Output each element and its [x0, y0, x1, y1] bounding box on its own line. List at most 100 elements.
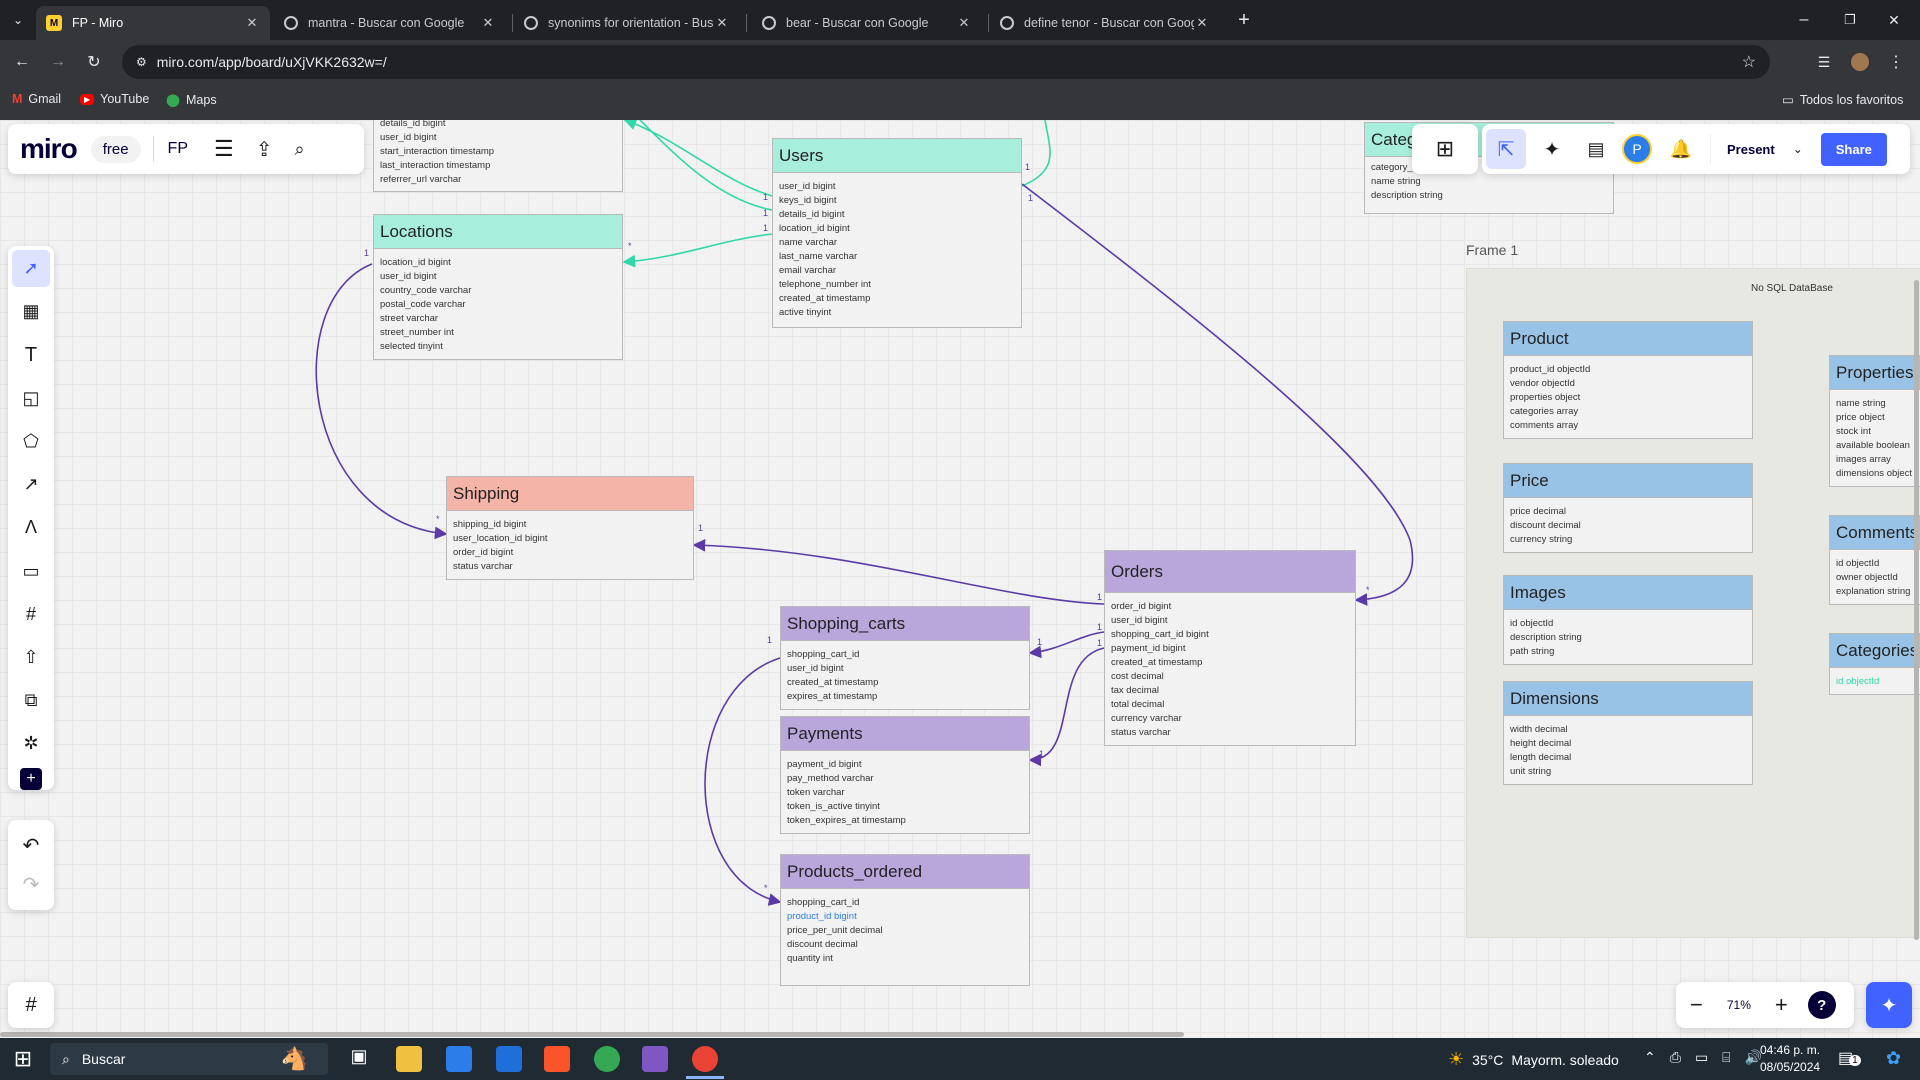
bookmark-maps[interactable]: ⬤ Maps — [166, 92, 217, 108]
table-price[interactable]: Price price decimal discount decimal cur… — [1503, 463, 1753, 553]
sticky-note-icon[interactable]: ◱ — [22, 380, 39, 417]
shapes-icon[interactable]: ⬠ — [23, 423, 39, 460]
new-tab-icon[interactable]: + — [1232, 8, 1256, 32]
upload-icon[interactable]: ⇧ — [23, 639, 38, 676]
restore-icon[interactable]: ❐ — [1838, 8, 1862, 32]
horizontal-scrollbar[interactable] — [0, 1032, 1184, 1037]
chrome-icon[interactable] — [594, 1046, 620, 1072]
notification-center-icon[interactable]: ▤1 — [1838, 1048, 1861, 1068]
copilot-icon[interactable]: ✿ — [1886, 1048, 1901, 1069]
tab-mantra[interactable]: mantra - Buscar con Google ✕ — [274, 6, 506, 40]
reload-icon[interactable]: ↻ — [82, 50, 106, 74]
menu-icon[interactable]: ☰ — [214, 136, 234, 162]
taskbar-search-box[interactable]: ⌕ Buscar 🐴 — [50, 1043, 328, 1075]
connection-line-icon[interactable]: ↗ — [23, 466, 38, 503]
frame-nosql[interactable]: No SQL DataBase Product product_id objec… — [1466, 268, 1920, 938]
present-dropdown-icon[interactable]: ⌄ — [1793, 142, 1803, 156]
close-window-icon[interactable]: ✕ — [1882, 8, 1906, 32]
meet-now-icon[interactable]: ⎙ — [1670, 1049, 1681, 1066]
close-tab-icon[interactable]: ✕ — [244, 15, 260, 31]
text-tool-icon[interactable]: T — [25, 336, 37, 373]
chrome-active-icon[interactable] — [692, 1046, 718, 1072]
frame-icon[interactable]: # — [26, 596, 36, 633]
weather-widget[interactable]: ☀ 35°C Mayorm. soleado — [1448, 1049, 1619, 1070]
miro-board-canvas[interactable]: 1 1 1 1 1 1 * * 1 * 1 1 1 1 1 1 * detail… — [0, 120, 1920, 1038]
diagram-icon[interactable]: ⧉ — [25, 682, 38, 719]
redo-icon[interactable]: ↷ — [23, 872, 40, 897]
tab-synonims[interactable]: synonims for orientation - Busc ✕ — [514, 6, 740, 40]
close-tab-icon[interactable]: ✕ — [956, 15, 972, 31]
bookmark-gmail[interactable]: M Gmail — [12, 92, 61, 106]
all-bookmarks[interactable]: ▭ Todos los favoritos — [1782, 92, 1903, 108]
file-explorer-icon[interactable] — [396, 1046, 422, 1072]
address-bar[interactable]: ⚙ miro.com/app/board/uXjVKK2632w=/ ☆ — [122, 45, 1770, 79]
zoom-in-icon[interactable]: + — [1775, 992, 1788, 1018]
search-icon[interactable]: ⌕ — [295, 139, 305, 160]
vertical-scrollbar[interactable] — [1914, 280, 1919, 940]
table-shipping[interactable]: Shipping shipping_id bigint user_locatio… — [446, 476, 694, 580]
browser-menu-icon[interactable]: ⋮ — [1884, 50, 1908, 74]
visual-studio-icon[interactable] — [642, 1046, 668, 1072]
windows-start-icon[interactable]: ⊞ — [10, 1046, 36, 1072]
bookmark-star-icon[interactable]: ☆ — [1742, 52, 1756, 72]
profile-avatar-icon[interactable] — [1848, 50, 1872, 74]
templates-icon[interactable]: ▦ — [22, 293, 39, 330]
clock[interactable]: 04:46 p. m. 08/05/2024 — [1760, 1042, 1820, 1076]
tab-search-icon[interactable]: ⌄ — [6, 8, 30, 32]
apps-icon[interactable]: ⊞ — [1436, 136, 1454, 162]
table-properties[interactable]: Properties name string price object stoc… — [1829, 355, 1920, 487]
table-comments[interactable]: Comments id objectId owner objectId expl… — [1829, 515, 1920, 605]
tab-fp-miro[interactable]: M FP - Miro ✕ — [36, 6, 270, 40]
pen-icon[interactable]: Ʌ — [25, 509, 37, 546]
store-icon[interactable] — [446, 1046, 472, 1072]
board-name[interactable]: FP — [168, 140, 188, 158]
mail-icon[interactable] — [496, 1046, 522, 1072]
zoom-out-icon[interactable]: − — [1690, 992, 1703, 1018]
frames-list-icon[interactable]: # — [25, 994, 36, 1017]
back-icon[interactable]: ← — [10, 50, 34, 74]
more-apps-icon[interactable]: + — [20, 768, 42, 790]
table-orders[interactable]: Orders order_id bigint user_id bigint sh… — [1104, 550, 1356, 746]
select-tool-icon[interactable]: ➚ — [12, 250, 50, 288]
present-button[interactable]: Present — [1727, 142, 1775, 157]
tray-expand-icon[interactable]: ⌃ — [1644, 1049, 1656, 1066]
network-icon[interactable]: ⌸ — [1722, 1049, 1730, 1066]
table-sessions-partial[interactable]: details_id bigint user_id bigint start_i… — [373, 120, 623, 192]
task-view-icon[interactable]: ▣ — [346, 1046, 372, 1072]
close-tab-icon[interactable]: ✕ — [480, 15, 496, 31]
close-tab-icon[interactable]: ✕ — [1194, 15, 1210, 31]
table-shopping-carts[interactable]: Shopping_carts shopping_cart_id user_id … — [780, 606, 1030, 710]
share-button[interactable]: Share — [1820, 132, 1887, 166]
table-users[interactable]: Users user_id bigint keys_id bigint deta… — [772, 138, 1022, 328]
comment-icon[interactable]: ▭ — [22, 552, 39, 589]
undo-icon[interactable]: ↶ — [23, 833, 40, 858]
table-dimensions[interactable]: Dimensions width decimal height decimal … — [1503, 681, 1753, 785]
site-info-icon[interactable]: ⚙ — [136, 55, 147, 69]
display-icon[interactable]: ▭ — [1695, 1049, 1708, 1066]
notifications-bell-icon[interactable]: 🔔 — [1666, 139, 1696, 160]
export-icon[interactable]: ⇪ — [256, 137, 273, 162]
table-product[interactable]: Product product_id objectId vendor objec… — [1503, 321, 1753, 439]
reactions-icon[interactable]: ✦ — [1534, 137, 1570, 162]
table-categories[interactable]: Categories id objectId — [1829, 633, 1920, 695]
zoom-level[interactable]: 71% — [1727, 998, 1751, 1012]
ai-sparkle-icon[interactable]: ✦ — [1881, 993, 1898, 1018]
close-tab-icon[interactable]: ✕ — [714, 15, 730, 31]
plan-badge[interactable]: free — [90, 135, 141, 163]
table-locations[interactable]: Locations location_id bigint user_id big… — [373, 214, 623, 360]
minimize-icon[interactable]: – — [1792, 8, 1816, 32]
frame-title[interactable]: Frame 1 — [1466, 242, 1518, 258]
help-icon[interactable]: ? — [1807, 991, 1836, 1019]
tab-define-tenor[interactable]: define tenor - Buscar con Goog ✕ — [990, 6, 1220, 40]
forward-icon[interactable]: → — [46, 50, 70, 74]
reading-list-icon[interactable]: ☰ — [1812, 50, 1836, 74]
mind-map-icon[interactable]: ✲ — [23, 725, 38, 762]
bookmark-youtube[interactable]: ▶ YouTube — [80, 92, 149, 106]
user-avatar[interactable]: P — [1622, 134, 1652, 164]
table-products-ordered[interactable]: Products_ordered shopping_cart_id produc… — [780, 854, 1030, 986]
brave-browser-icon[interactable] — [544, 1046, 570, 1072]
table-images[interactable]: Images id objectId description string pa… — [1503, 575, 1753, 665]
comments-icon[interactable]: ▤ — [1578, 139, 1614, 160]
miro-logo[interactable]: miro — [20, 133, 78, 165]
tab-bear[interactable]: bear - Buscar con Google ✕ — [752, 6, 982, 40]
